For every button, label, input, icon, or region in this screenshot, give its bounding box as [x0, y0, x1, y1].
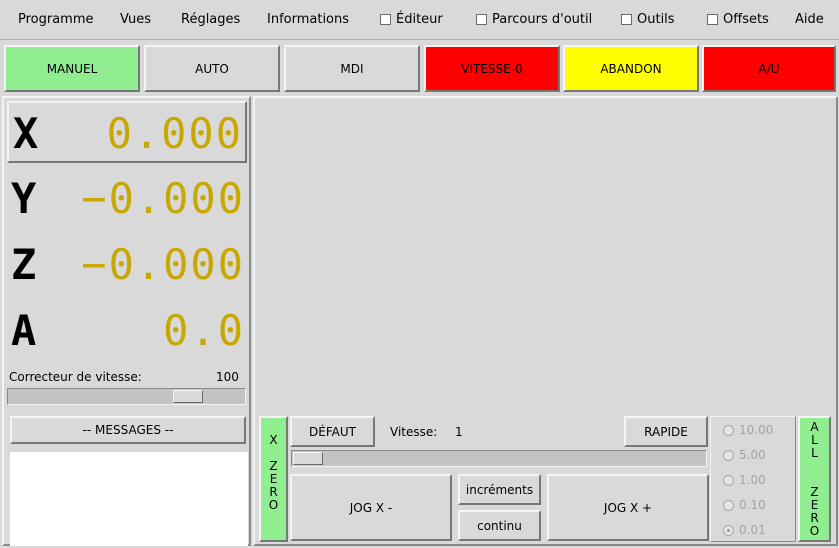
- axis-value: −0.000: [81, 240, 245, 289]
- increment-label: 10.00: [739, 423, 774, 437]
- feed-override-label: Correcteur de vitesse:: [9, 370, 142, 384]
- feed-override-value: 100: [216, 370, 239, 384]
- menu-outils-label: Outils: [637, 12, 675, 27]
- jog-speed-label: Vitesse:: [390, 425, 438, 439]
- increment-label: 0.01: [739, 523, 766, 537]
- feed-hold-button[interactable]: VITESSE-0: [424, 45, 560, 92]
- zero-letter: O: [809, 524, 820, 538]
- all-zero-button[interactable]: A L L Z E R O: [798, 416, 831, 542]
- zero-x-button[interactable]: X Z E R O: [259, 416, 288, 542]
- zero-letter: O: [268, 498, 279, 512]
- radio-icon[interactable]: [723, 424, 734, 436]
- jog-plus-button[interactable]: JOG X +: [547, 474, 709, 541]
- axis-value: −0.000: [81, 174, 245, 223]
- menu-parcours-toggle[interactable]: Parcours d'outil: [476, 12, 592, 27]
- jog-speed-slider[interactable]: [291, 450, 707, 467]
- increment-label: 1.00: [739, 473, 766, 487]
- axis-value: 0.0: [163, 306, 245, 355]
- increment-option[interactable]: 5.00: [723, 448, 766, 462]
- axis-letter: X: [13, 109, 39, 158]
- checkbox-icon[interactable]: [476, 14, 487, 25]
- slider-thumb[interactable]: [293, 452, 323, 465]
- dro-row-z[interactable]: Z −0.000: [7, 234, 247, 296]
- messages-button[interactable]: -- MESSAGES --: [10, 416, 246, 444]
- radio-selected-icon[interactable]: [723, 524, 734, 536]
- menu-editeur-label: Éditeur: [396, 12, 443, 27]
- menu-vues[interactable]: Vues: [120, 12, 151, 27]
- dro-row-x[interactable]: X 0.000: [7, 101, 247, 163]
- radio-icon[interactable]: [723, 449, 734, 461]
- increment-option[interactable]: 1.00: [723, 473, 766, 487]
- estop-button[interactable]: A/U: [702, 45, 836, 92]
- menu-outils-toggle[interactable]: Outils: [621, 12, 675, 27]
- increment-label: 5.00: [739, 448, 766, 462]
- messages-area: [10, 452, 248, 546]
- feed-override-slider[interactable]: [7, 388, 246, 405]
- menu-editeur-toggle[interactable]: Éditeur: [380, 12, 443, 27]
- increment-option[interactable]: 0.01: [723, 523, 766, 537]
- increments-button[interactable]: incréments: [458, 474, 541, 505]
- dro-panel: X 0.000 Y −0.000 Z −0.000 A 0.0 Correcte…: [2, 96, 251, 546]
- axis-letter: Z: [11, 240, 37, 289]
- axis-letter: A: [11, 306, 37, 355]
- axis-value: 0.000: [106, 109, 243, 158]
- checkbox-icon[interactable]: [707, 14, 718, 25]
- menu-programme[interactable]: Programme: [18, 12, 94, 27]
- zero-letter: X: [269, 433, 278, 447]
- menu-bar: Programme Vues Réglages Informations Édi…: [0, 0, 839, 40]
- checkbox-icon[interactable]: [621, 14, 632, 25]
- menu-aide[interactable]: Aide: [795, 12, 824, 27]
- menu-parcours-label: Parcours d'outil: [492, 12, 593, 27]
- menu-offsets-toggle[interactable]: Offsets: [707, 12, 769, 27]
- increment-option[interactable]: 0.10: [723, 498, 766, 512]
- zero-letter: L: [811, 446, 818, 460]
- abort-button[interactable]: ABANDON: [563, 45, 699, 92]
- checkbox-icon[interactable]: [380, 14, 391, 25]
- toolpath-preview[interactable]: [253, 96, 838, 416]
- increment-options: 10.00 5.00 1.00 0.10 0.01: [710, 416, 796, 542]
- mode-manuel-button[interactable]: MANUEL: [4, 45, 140, 92]
- increment-option[interactable]: 10.00: [723, 423, 773, 437]
- menu-informations[interactable]: Informations: [267, 12, 349, 27]
- dro-row-a[interactable]: A 0.0: [7, 300, 247, 362]
- radio-icon[interactable]: [723, 474, 734, 486]
- menu-reglages[interactable]: Réglages: [181, 12, 240, 27]
- continuous-button[interactable]: continu: [458, 510, 541, 541]
- rapid-button[interactable]: RAPIDE: [624, 416, 708, 447]
- menu-offsets-label: Offsets: [723, 12, 769, 27]
- jog-speed-value: 1: [455, 425, 463, 439]
- default-speed-button[interactable]: DÉFAUT: [290, 416, 375, 447]
- increment-label: 0.10: [739, 498, 766, 512]
- dro-row-y[interactable]: Y −0.000: [7, 168, 247, 230]
- slider-thumb[interactable]: [173, 390, 203, 403]
- jog-minus-button[interactable]: JOG X -: [290, 474, 452, 541]
- mode-mdi-button[interactable]: MDI: [284, 45, 420, 92]
- axis-letter: Y: [11, 174, 37, 223]
- radio-icon[interactable]: [723, 499, 734, 511]
- mode-auto-button[interactable]: AUTO: [144, 45, 280, 92]
